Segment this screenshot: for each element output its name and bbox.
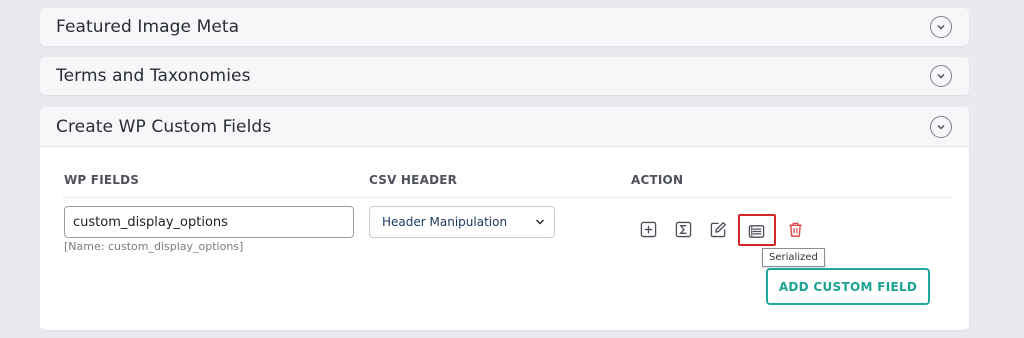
- add-custom-field-button[interactable]: ADD CUSTOM FIELD: [766, 268, 930, 305]
- column-header-wp-fields: WP FIELDS: [64, 173, 140, 187]
- csv-header-selected-value: Header Manipulation: [382, 215, 508, 229]
- plus-square-icon[interactable]: [639, 220, 657, 238]
- column-header-csv-header: CSV HEADER: [369, 173, 458, 187]
- panel-header[interactable]: Terms and Taxonomies: [40, 57, 969, 95]
- trash-icon[interactable]: [786, 220, 804, 238]
- csv-header-select[interactable]: Header Manipulation: [369, 206, 555, 238]
- panel-featured-image-meta[interactable]: Featured Image Meta: [40, 8, 969, 46]
- panel-header[interactable]: Create WP Custom Fields: [40, 107, 969, 147]
- divider: [62, 197, 951, 198]
- panel-title: Create WP Custom Fields: [56, 116, 272, 137]
- tooltip: Serialized: [762, 248, 825, 267]
- chevron-down-icon[interactable]: [930, 116, 952, 138]
- panel-create-wp-custom-fields: Create WP Custom Fields WP FIELDS CSV HE…: [40, 107, 969, 330]
- chevron-down-icon[interactable]: [930, 16, 952, 38]
- panel-terms-and-taxonomies[interactable]: Terms and Taxonomies: [40, 57, 969, 95]
- chevron-down-icon[interactable]: [930, 65, 952, 87]
- panel-title: Featured Image Meta: [56, 17, 240, 37]
- panel-header[interactable]: Featured Image Meta: [40, 8, 969, 46]
- field-name-hint: [Name: custom_display_options]: [64, 240, 244, 253]
- wp-field-input[interactable]: custom_display_options: [64, 206, 354, 238]
- column-header-action: ACTION: [631, 173, 684, 187]
- edit-icon[interactable]: [709, 220, 727, 238]
- sigma-icon[interactable]: [674, 220, 692, 238]
- chevron-down-icon: [535, 219, 545, 225]
- serialized-highlight-box: [738, 214, 776, 246]
- panel-title: Terms and Taxonomies: [56, 66, 251, 86]
